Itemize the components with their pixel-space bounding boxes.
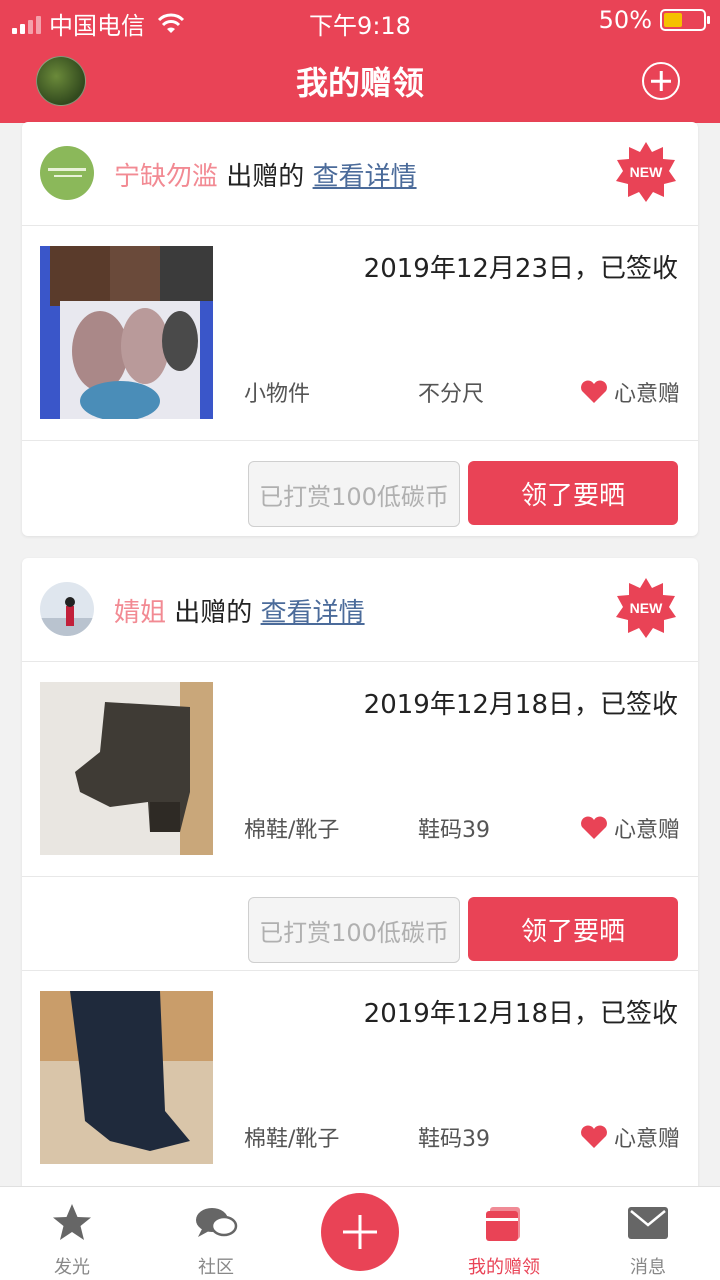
giver-name[interactable]: 婧姐	[114, 598, 166, 628]
page-title: 我的赠领	[295, 64, 424, 102]
tab-label: 社区	[198, 1257, 234, 1278]
heart-icon	[581, 816, 607, 839]
tab-my-gifts[interactable]: 我的赠领	[432, 1187, 576, 1280]
tab-glow[interactable]: 发光	[0, 1187, 144, 1280]
giver-verb: 出赠的	[174, 598, 253, 628]
reward-button[interactable]: 已打赏100低碳币	[248, 897, 460, 963]
view-details-link[interactable]: 查看详情	[261, 598, 365, 628]
tab-messages[interactable]: 消息	[576, 1187, 720, 1280]
svg-text:NEW: NEW	[630, 164, 663, 180]
tab-label: 发光	[54, 1257, 90, 1278]
gift-type: 心意赠	[613, 382, 680, 407]
card-header: 婧姐 出赠的 查看详情 NEW	[22, 558, 698, 662]
star-icon	[53, 1204, 91, 1240]
sign-date: 2019年12月18日，已签收	[363, 690, 678, 720]
gift-type: 心意赠	[613, 1127, 680, 1152]
item-category: 棉鞋/靴子	[244, 1127, 340, 1152]
item-photo[interactable]	[40, 246, 213, 419]
item-size: 鞋码39	[418, 818, 490, 843]
gift-type: 心意赠	[613, 818, 680, 843]
card-header: 宁缺勿滥 出赠的 查看详情 NEW	[22, 122, 698, 226]
show-off-button[interactable]: 领了要晒	[468, 897, 678, 961]
add-circle-icon[interactable]	[642, 62, 680, 100]
svg-text:NEW: NEW	[630, 600, 663, 616]
new-badge-icon: NEW	[616, 578, 676, 638]
heart-icon	[581, 1125, 607, 1148]
plus-icon[interactable]	[321, 1193, 399, 1271]
giver-verb: 出赠的	[226, 162, 305, 192]
gift-item[interactable]: 2019年12月23日，已签收 小物件 不分尺 心意赠	[22, 226, 698, 441]
item-category: 棉鞋/靴子	[244, 818, 340, 843]
item-photo[interactable]	[40, 682, 213, 855]
chat-bubbles-icon	[196, 1208, 238, 1237]
tab-label: 我的赠领	[468, 1257, 540, 1278]
battery-icon	[660, 9, 710, 31]
gift-item[interactable]: 2019年12月18日，已签收 棉鞋/靴子 鞋码39 心意赠	[22, 971, 698, 1186]
view-details-link[interactable]: 查看详情	[313, 162, 417, 192]
item-actions: 已打赏100低碳币 领了要晒	[22, 441, 698, 535]
show-off-button[interactable]: 领了要晒	[468, 461, 678, 525]
item-photo[interactable]	[40, 991, 213, 1164]
sign-date: 2019年12月23日，已签收	[363, 254, 678, 284]
gift-card: 宁缺勿滥 出赠的 查看详情 NEW 2019年12月23日，已签收 小物件 不分…	[22, 122, 698, 536]
tab-label: 消息	[630, 1257, 666, 1278]
new-badge-icon: NEW	[616, 142, 676, 202]
item-size: 不分尺	[418, 382, 485, 407]
gift-card: 婧姐 出赠的 查看详情 NEW 2019年12月18日，已签收 棉鞋/靴子 鞋码…	[22, 558, 698, 1198]
giver-avatar[interactable]	[40, 582, 94, 636]
giver-avatar[interactable]	[40, 146, 94, 200]
reward-button[interactable]: 已打赏100低碳币	[248, 461, 460, 527]
item-actions: 已打赏100低碳币 领了要晒	[22, 877, 698, 971]
battery-percent: 50%	[598, 6, 652, 34]
sign-date: 2019年12月18日，已签收	[363, 999, 678, 1029]
heart-icon	[581, 380, 607, 403]
item-category: 小物件	[244, 382, 311, 407]
item-size: 鞋码39	[418, 1127, 490, 1152]
tab-community[interactable]: 社区	[144, 1187, 288, 1280]
top-bar: 中国电信 下午9:18 50% 我的赠领	[0, 0, 720, 123]
gift-cards-icon	[486, 1207, 520, 1241]
gift-item[interactable]: 2019年12月18日，已签收 棉鞋/靴子 鞋码39 心意赠	[22, 662, 698, 877]
giver-name[interactable]: 宁缺勿滥	[114, 162, 218, 192]
status-bar: 中国电信 下午9:18 50%	[0, 0, 720, 40]
mail-icon	[628, 1207, 668, 1239]
